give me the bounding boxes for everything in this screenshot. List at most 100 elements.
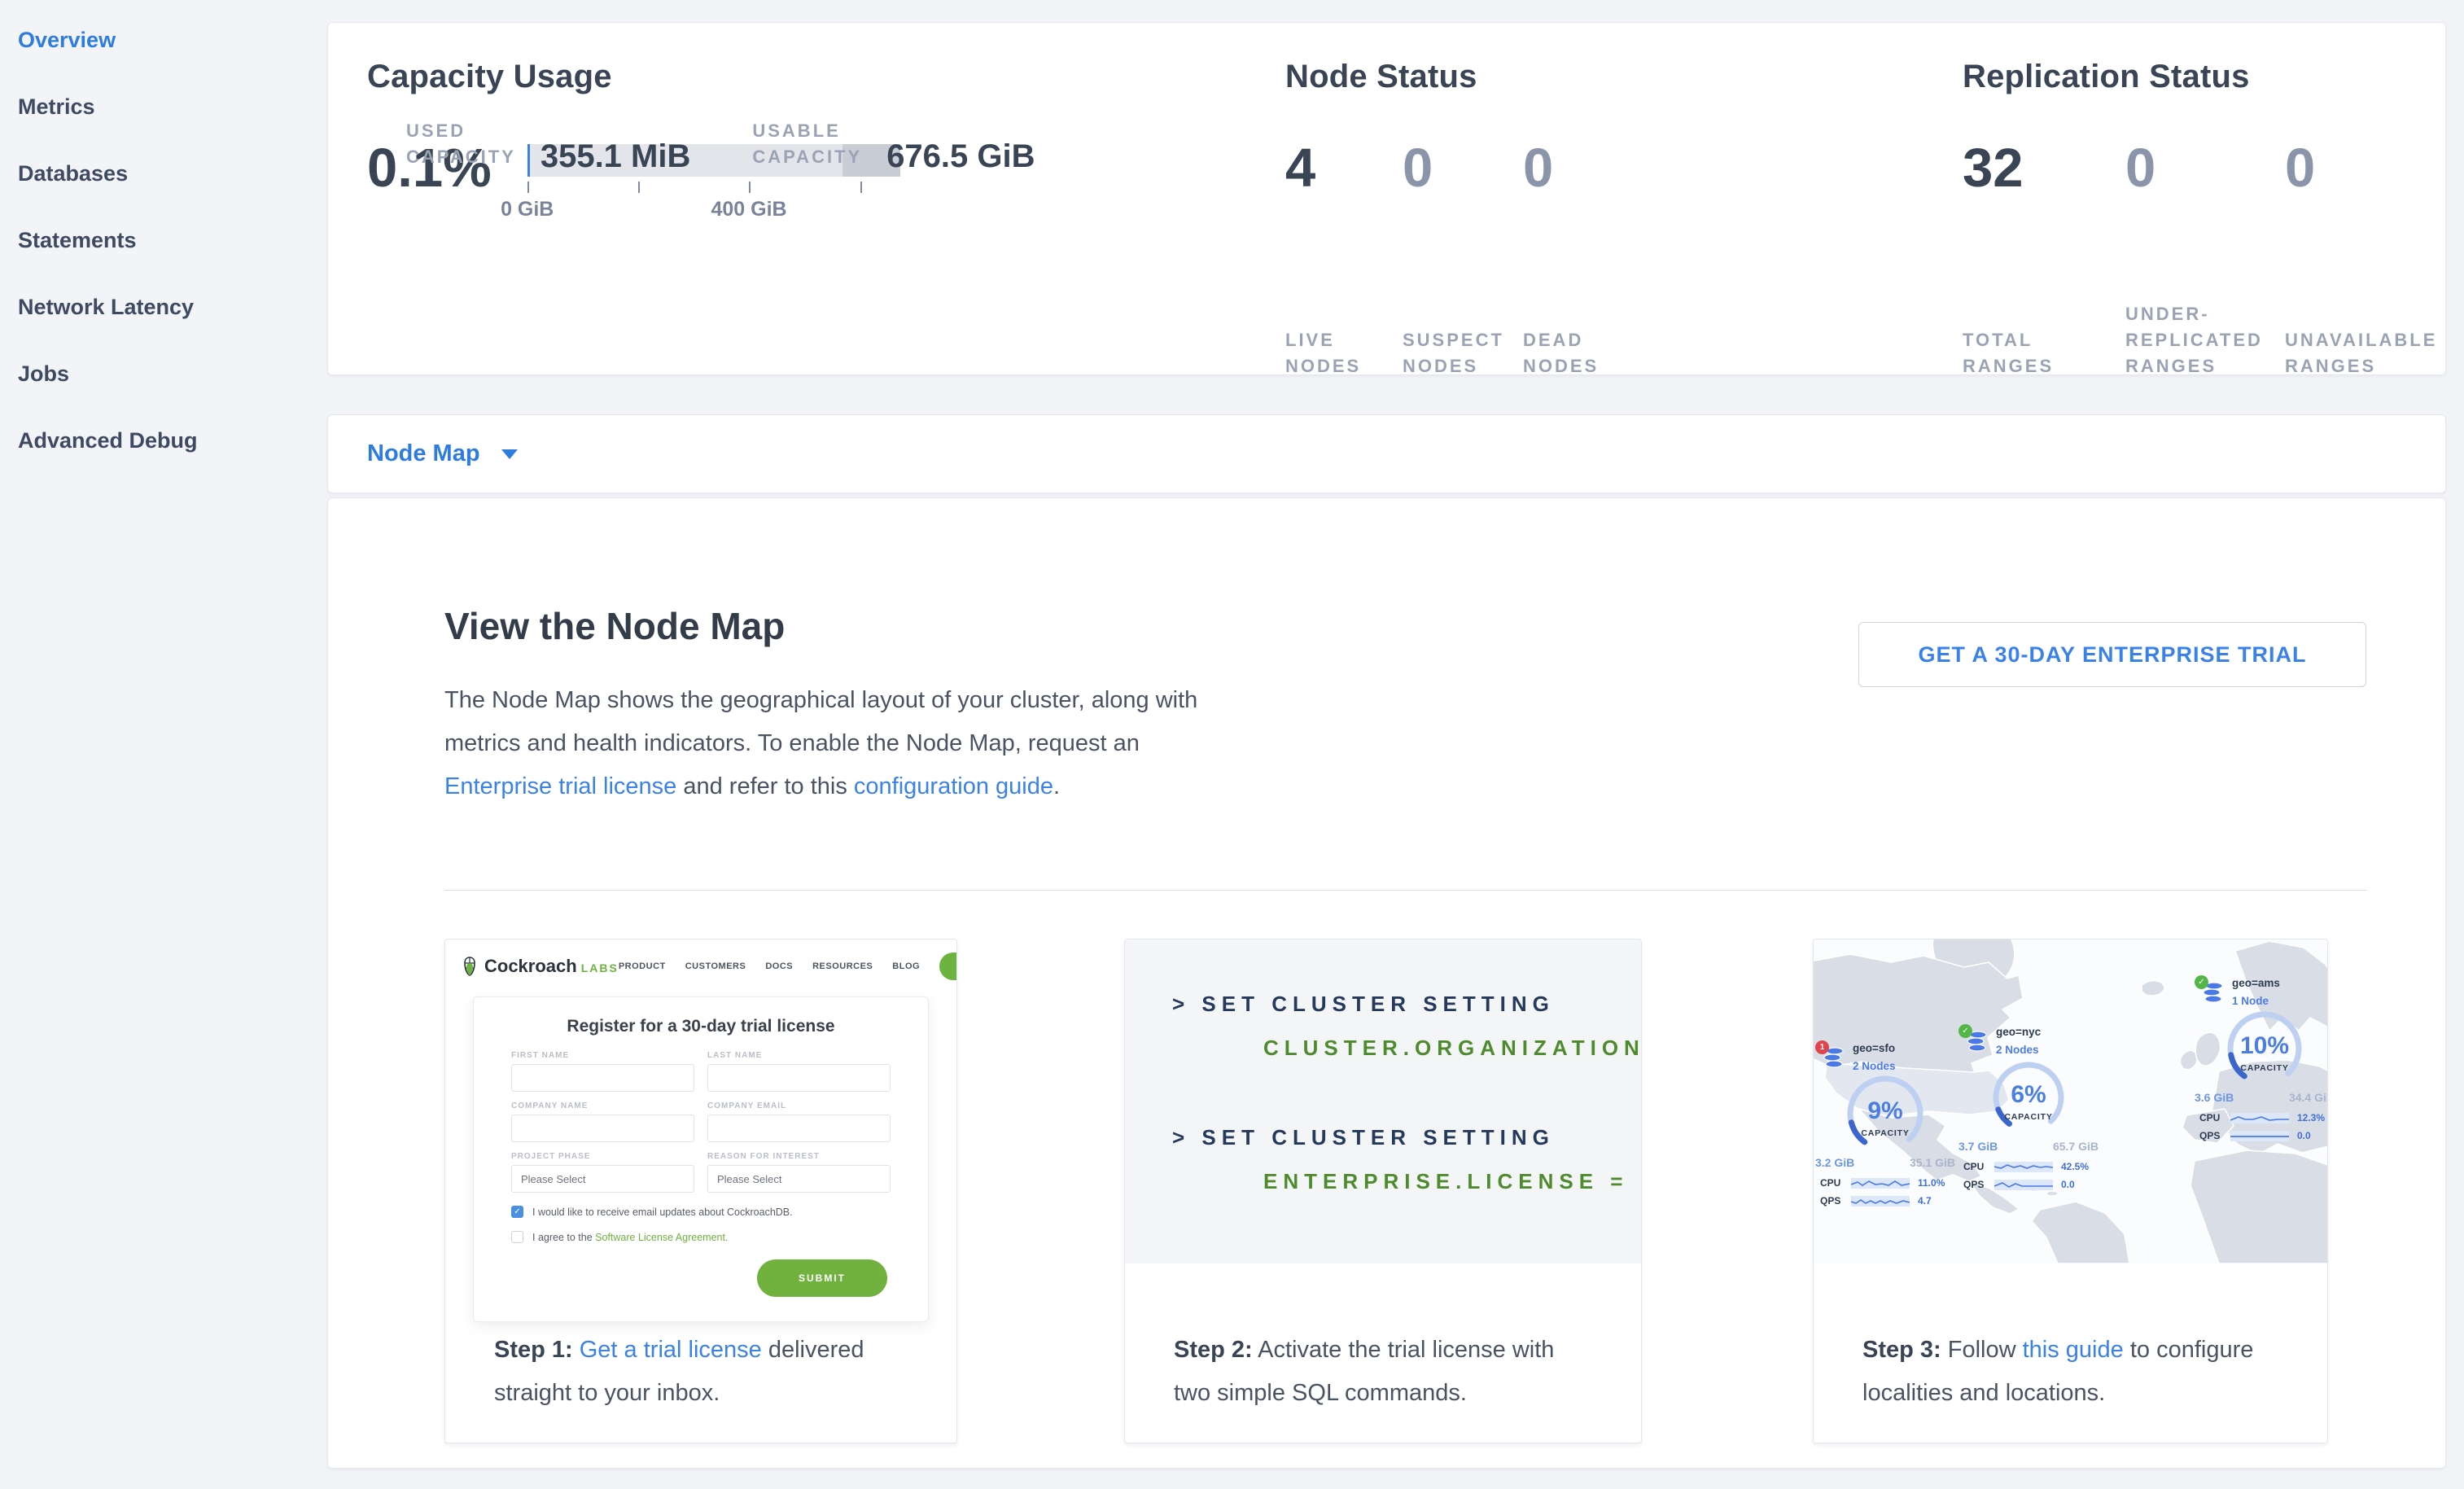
capacity-total-value: 65.7 GiB <box>2053 1140 2099 1153</box>
capacity-usage-section: Capacity Usage 0.1% 0 GiB 400 GiB <box>367 59 1279 203</box>
sidebar-item-advanced-debug[interactable]: Advanced Debug <box>18 407 327 474</box>
warning-count-badge: 1 <box>1815 1040 1829 1054</box>
mini-nav-product: PRODUCT <box>619 961 666 971</box>
cpu-sparkline <box>2230 1113 2289 1123</box>
mini-site-logo: Cockroach LABS <box>462 956 619 977</box>
step1-label: Step 1: <box>494 1337 573 1363</box>
step2-card: > SET CLUSTER SETTING CLUSTER.ORGANIZATI… <box>1124 939 1642 1443</box>
sql-setting-2: ENTERPRISE.LICENSE = <box>1263 1169 1628 1194</box>
cpu-sparkline <box>1994 1162 2053 1172</box>
mini-reason-select: Please Select <box>707 1165 891 1193</box>
this-guide-link[interactable]: this guide <box>2023 1337 2124 1363</box>
healthy-check-badge: ✓ <box>2195 975 2208 989</box>
capacity-bar-axis: 0 GiB 400 GiB <box>527 182 902 203</box>
sidebar: Overview Metrics Databases Statements Ne… <box>0 0 327 1489</box>
mini-last-name-input <box>707 1064 891 1092</box>
step2-caption: Step 2: Activate the trial license with … <box>1174 1329 1597 1415</box>
mini-company-name-input <box>511 1115 694 1142</box>
used-capacity-label: USED CAPACITY <box>406 118 516 170</box>
node-status-section: Node Status 4 0 0 LIVENODES SUSPECTNODES… <box>1285 59 1871 195</box>
mini-download-button: DOWNLOAD <box>939 953 957 980</box>
mini-updates-checkbox: ✓ <box>511 1206 523 1218</box>
node-map-description: The Node Map shows the geographical layo… <box>444 679 1238 808</box>
under-replicated-ranges-count: 0 <box>2125 141 2285 195</box>
mini-site-logo-text: Cockroach <box>484 956 577 977</box>
node-map-dropdown-label: Node Map <box>367 440 480 467</box>
qps-row: QPS 4.7 <box>1820 1195 1957 1207</box>
mini-license-agreement-link: Software License Agreement. <box>595 1232 728 1243</box>
node-map-dropdown[interactable]: Node Map <box>367 440 518 467</box>
mini-agree-checkbox <box>511 1231 523 1243</box>
mini-first-name-input <box>511 1064 694 1092</box>
get-enterprise-trial-button[interactable]: GET A 30-DAY ENTERPRISE TRIAL <box>1858 622 2366 687</box>
cockroachdb-admin-overview-page: { "sidebar": { "items": [ {"label": "Ove… <box>0 0 2464 1489</box>
description-text: . <box>1053 773 1060 799</box>
page-title: View the Node Map <box>444 604 785 648</box>
sql-statement-1: > SET CLUSTER SETTING <box>1172 992 1555 1017</box>
step1-card: Cockroach LABS PRODUCT CUSTOMERS DOCS RE… <box>444 939 957 1443</box>
dropdown-arrow-icon <box>501 449 518 459</box>
live-nodes-label: LIVENODES <box>1285 327 1403 379</box>
qps-row: QPS 0.0 <box>2199 1130 2328 1141</box>
dead-nodes-count: 0 <box>1523 141 1645 195</box>
replication-status-section: Replication Status 32 0 0 TOTALRANGES UN… <box>1963 59 2435 195</box>
locality-name: geo=ams <box>2232 977 2280 989</box>
mini-nav-docs: DOCS <box>765 961 793 971</box>
mini-project-phase-select: Please Select <box>511 1165 694 1193</box>
cockroach-bug-icon <box>462 956 478 977</box>
locality-node-count: 2 Nodes <box>1996 1044 2039 1056</box>
usable-capacity-value: 676.5 GiB <box>886 138 1035 175</box>
locality-node-count: 1 Node <box>2232 995 2269 1007</box>
cpu-row: CPU 12.3% <box>2199 1112 2328 1123</box>
unavailable-ranges-count: 0 <box>2285 141 2435 195</box>
mini-submit-button: SUBMIT <box>757 1259 887 1297</box>
step1-caption: Step 1: Get a trial license delivered st… <box>494 1329 917 1415</box>
step3-card: 1 geo=sfo 2 Nodes 9% CAPACITY 3.2 GiB 35… <box>1813 939 2328 1443</box>
usable-capacity-label: USABLE CAPACITY <box>752 118 862 170</box>
mini-site-logo-suffix: LABS <box>581 961 619 974</box>
cpu-row: CPU 42.5% <box>1963 1161 2100 1172</box>
capacity-label: CAPACITY <box>1988 1112 2069 1122</box>
capacity-label: CAPACITY <box>1845 1128 1926 1138</box>
configuration-guide-link[interactable]: configuration guide <box>854 773 1053 799</box>
sql-code-block: > SET CLUSTER SETTING CLUSTER.ORGANIZATI… <box>1125 939 1641 1263</box>
qps-sparkline <box>1851 1196 1910 1207</box>
mini-updates-checkbox-label: I would like to receive email updates ab… <box>532 1207 793 1218</box>
capacity-total-value: 34.4 GiB <box>2289 1091 2328 1104</box>
sidebar-item-network-latency[interactable]: Network Latency <box>18 274 327 340</box>
qps-sparkline <box>2230 1131 2289 1141</box>
capacity-usage-title: Capacity Usage <box>367 59 1279 95</box>
description-text: and refer to this <box>676 773 854 799</box>
mini-site-header: Cockroach LABS PRODUCT CUSTOMERS DOCS RE… <box>445 939 956 980</box>
sidebar-item-overview[interactable]: Overview <box>18 7 327 73</box>
total-ranges-count: 32 <box>1963 141 2125 195</box>
sidebar-item-statements[interactable]: Statements <box>18 207 327 274</box>
capacity-percent: 9% <box>1845 1097 1926 1125</box>
mini-form-title: Register for a 30-day trial license <box>511 1017 891 1036</box>
step2-label: Step 2: <box>1174 1337 1253 1363</box>
replication-status-title: Replication Status <box>1963 59 2435 95</box>
node-map-preview: 1 geo=sfo 2 Nodes 9% CAPACITY 3.2 GiB 35… <box>1814 939 2328 1263</box>
get-trial-license-link[interactable]: Get a trial license <box>580 1337 762 1363</box>
enterprise-trial-license-link[interactable]: Enterprise trial license <box>444 773 676 799</box>
mini-company-email-label: COMPANY EMAIL <box>707 1101 891 1110</box>
mini-project-phase-label: PROJECT PHASE <box>511 1152 694 1161</box>
sidebar-item-jobs[interactable]: Jobs <box>18 340 327 407</box>
capacity-percent: 10% <box>2224 1032 2305 1060</box>
mini-trial-form: Register for a 30-day trial license FIRS… <box>473 996 929 1322</box>
axis-tick-400gib: 400 GiB <box>711 198 786 221</box>
qps-sparkline <box>1994 1180 2053 1190</box>
axis-tick-0gib: 0 GiB <box>501 198 554 221</box>
sidebar-item-metrics[interactable]: Metrics <box>18 73 327 140</box>
under-replicated-ranges-label: UNDER-REPLICATEDRANGES <box>2125 301 2285 379</box>
sidebar-item-databases[interactable]: Databases <box>18 140 327 207</box>
capacity-percent: 6% <box>1988 1081 2069 1109</box>
mini-reason-label: REASON FOR INTEREST <box>707 1152 891 1161</box>
cpu-row: CPU 11.0% <box>1820 1177 1957 1189</box>
capacity-label: CAPACITY <box>2224 1063 2305 1073</box>
mini-first-name-label: FIRST NAME <box>511 1051 694 1060</box>
mini-company-email-input <box>707 1115 891 1142</box>
capacity-used-value: 3.7 GiB <box>1959 1140 1998 1153</box>
node-status-title: Node Status <box>1285 59 1871 95</box>
step3-label: Step 3: <box>1862 1337 1941 1363</box>
